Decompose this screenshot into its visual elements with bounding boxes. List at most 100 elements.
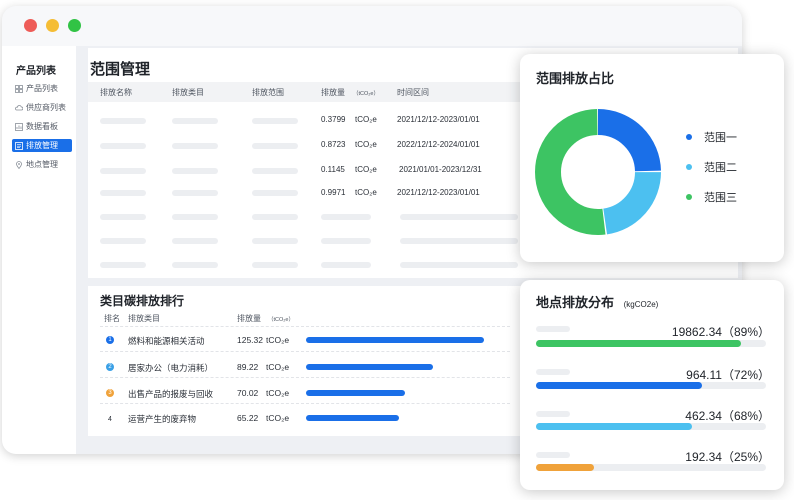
- placeholder-bar: [252, 262, 298, 268]
- placeholder-bar: [172, 168, 218, 174]
- placeholder-bar: [100, 214, 146, 220]
- rank-badge: 4: [108, 415, 112, 423]
- amount-cell: 0.1145: [321, 165, 345, 174]
- scope-share-title: 范围排放占比: [536, 71, 615, 86]
- placeholder-bar: [252, 214, 298, 220]
- placeholder-bar: [400, 262, 518, 268]
- sidebar-item-label: 地点管理: [26, 160, 58, 169]
- placeholder-bar: [100, 238, 146, 244]
- rank-badge: 3: [106, 389, 114, 397]
- scope-donut-chart: [535, 109, 661, 235]
- placeholder-bar: [536, 369, 570, 375]
- column-header: 排放名称: [100, 88, 132, 97]
- legend-marker: [686, 164, 692, 170]
- placeholder-bar: [172, 262, 218, 268]
- location-distribution-panel: 地点排放分布 (kgCO2e) 19862.34（89%） 964.11（72%…: [520, 280, 784, 490]
- cloud-icon: [15, 104, 23, 112]
- unit-cell: tCO₂e: [355, 115, 377, 124]
- location-fill: [536, 464, 594, 471]
- period-cell: 2021/12/12-2023/01/01: [397, 188, 480, 197]
- legend-label: 范围三: [704, 192, 737, 204]
- close-window-button[interactable]: [24, 19, 37, 32]
- period-cell: 2021/01/01-2023/12/31: [399, 165, 482, 174]
- column-header: 时间区间: [397, 88, 429, 97]
- legend-label: 范围二: [704, 162, 737, 174]
- legend-item-scope-2[interactable]: 范围二: [686, 159, 737, 175]
- sidebar-item-locations[interactable]: 地点管理: [12, 158, 72, 171]
- location-track: [536, 382, 766, 389]
- legend-item-scope-1[interactable]: 范围一: [686, 129, 737, 145]
- maximize-window-button[interactable]: [68, 19, 81, 32]
- ranking-bar: [306, 415, 399, 421]
- rank-badge: 2: [106, 363, 114, 371]
- placeholder-bar: [536, 411, 570, 417]
- amount-cell: 0.3799: [321, 115, 346, 124]
- sidebar-item-label: 排放管理: [26, 141, 58, 150]
- unit-cell: tCO₂e: [355, 188, 377, 197]
- location-title-text: 地点排放分布: [536, 295, 615, 310]
- grid-icon: [15, 84, 23, 93]
- sidebar: 产品列表 产品列表 供应商列表 数据看板 排放管理 地点管理: [2, 46, 76, 454]
- page-title: 范围管理: [90, 61, 151, 78]
- column-unit: （tCO₂e）: [268, 317, 294, 323]
- ranking-unit: tCO₂e: [266, 388, 290, 398]
- amount-cell: 0.8723: [321, 140, 346, 149]
- divider: [100, 403, 510, 404]
- column-header: 排名: [104, 314, 120, 323]
- legend-item-scope-3[interactable]: 范围三: [686, 189, 737, 205]
- placeholder-bar: [321, 238, 371, 244]
- amount-cell: 0.9971: [321, 188, 346, 197]
- titlebar: [2, 6, 742, 46]
- placeholder-bar: [400, 214, 518, 220]
- sidebar-item-emissions[interactable]: 排放管理: [12, 139, 72, 152]
- location-fill: [536, 340, 741, 347]
- location-fill: [536, 382, 702, 389]
- ranking-bar: [306, 390, 406, 396]
- ranking-amount: 65.22: [237, 413, 259, 423]
- placeholder-bar: [172, 190, 218, 196]
- period-cell: 2021/12/12-2023/01/01: [397, 115, 480, 124]
- placeholder-bar: [536, 452, 570, 458]
- sidebar-item-label: 数据看板: [26, 122, 58, 131]
- placeholder-bar: [172, 118, 218, 124]
- placeholder-bar: [100, 168, 146, 174]
- sidebar-item-dashboard[interactable]: 数据看板: [12, 120, 72, 133]
- placeholder-bar: [536, 326, 570, 332]
- location-value: 192.34（25%）: [685, 450, 770, 464]
- placeholder-bar: [252, 238, 298, 244]
- sidebar-item-label: 产品列表: [26, 84, 58, 93]
- sidebar-item-suppliers[interactable]: 供应商列表: [12, 101, 72, 114]
- placeholder-bar: [100, 262, 146, 268]
- location-track: [536, 423, 766, 430]
- ranking-unit: tCO₂e: [266, 335, 290, 345]
- unit-cell: tCO₂e: [355, 165, 377, 174]
- legend-marker: [686, 194, 692, 200]
- location-fill: [536, 423, 693, 430]
- column-header: 排放类目: [128, 314, 160, 323]
- ranking-amount: 89.22: [237, 362, 259, 372]
- placeholder-bar: [172, 238, 218, 244]
- location-track: [536, 340, 766, 347]
- location-unit: (kgCO2e): [623, 300, 659, 309]
- rank-badge: 1: [106, 336, 114, 344]
- column-header: 排放量: [321, 88, 345, 97]
- location-track: [536, 464, 766, 471]
- placeholder-bar: [252, 190, 298, 196]
- ranking-category-name: 出售产品的报废与回收: [128, 389, 214, 399]
- minimize-window-button[interactable]: [46, 19, 59, 32]
- ranking-title: 类目碳排放排行: [100, 294, 185, 308]
- placeholder-bar: [321, 262, 371, 268]
- ranking-category-name: 燃料和能源相关活动: [128, 336, 205, 346]
- legend-marker: [686, 134, 692, 140]
- placeholder-bar: [172, 143, 218, 149]
- placeholder-bar: [100, 190, 146, 196]
- divider: [100, 326, 510, 327]
- column-header: 排放量: [237, 314, 261, 323]
- location-title: 地点排放分布 (kgCO2e): [536, 292, 658, 311]
- location-icon: [15, 160, 23, 169]
- column-unit: （tCO₂e）: [353, 91, 379, 97]
- column-header: 排放范围: [252, 88, 284, 97]
- ranking-bar: [306, 364, 433, 370]
- sidebar-item-products[interactable]: 产品列表: [12, 82, 72, 95]
- unit-cell: tCO₂e: [355, 140, 377, 149]
